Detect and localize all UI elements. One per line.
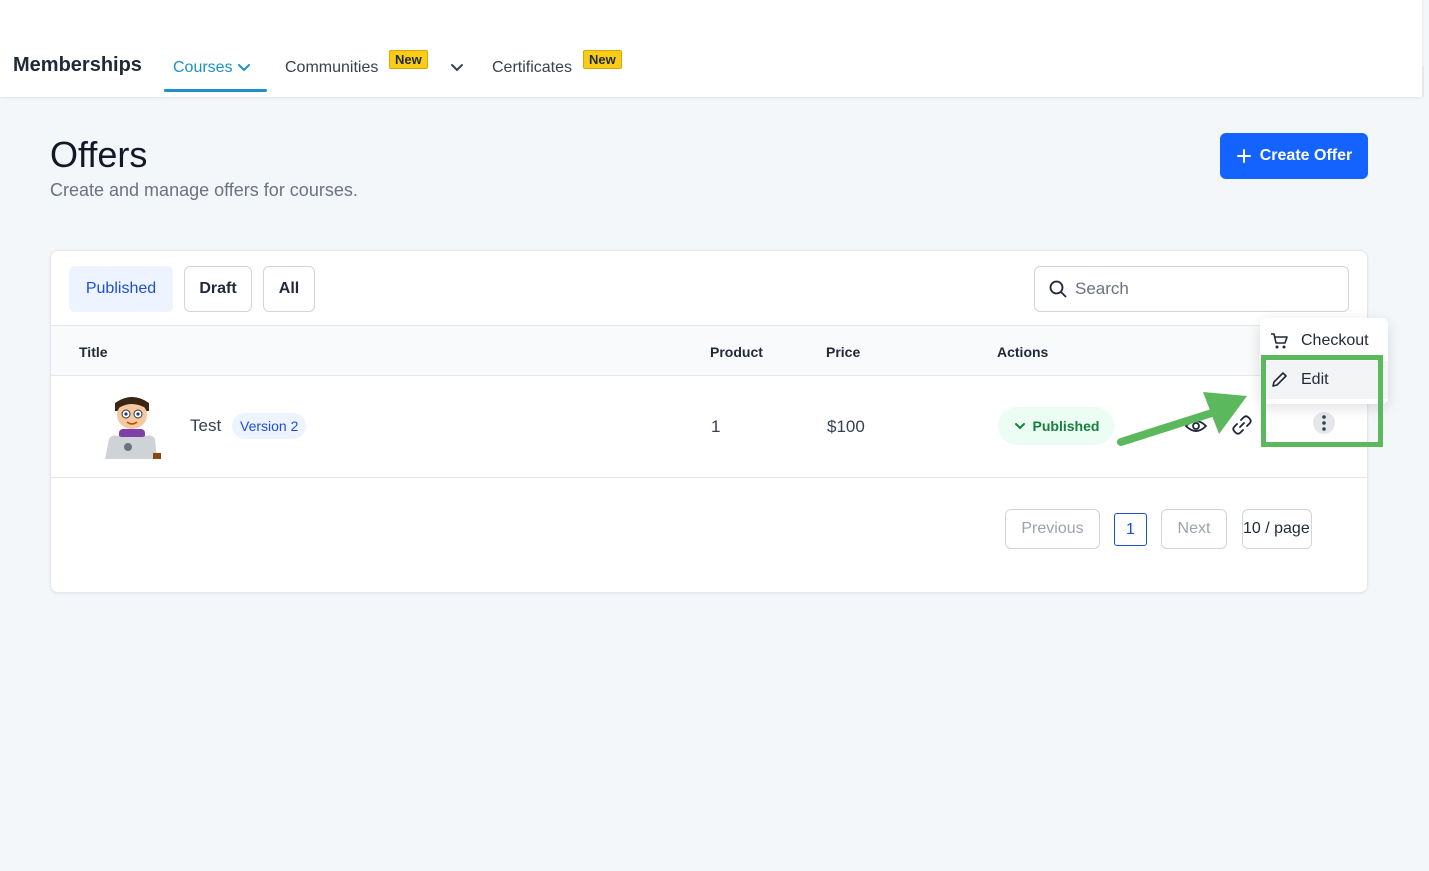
divider [1422, 66, 1424, 97]
page-subtitle: Create and manage offers for courses. [50, 180, 358, 200]
chevron-down-icon [1014, 423, 1025, 430]
filter-draft-button[interactable]: Draft [184, 266, 252, 312]
annotation-arrow-icon [1117, 392, 1247, 446]
table-header: Title Product Price Actions [51, 325, 1367, 376]
column-header-actions: Actions [997, 344, 1049, 360]
nav-certificates[interactable]: Certificates [492, 59, 572, 77]
status-label: Published [1032, 418, 1100, 434]
status-dropdown[interactable]: Published [998, 407, 1114, 445]
brand-title: Memberships [13, 54, 142, 76]
version-tag: Version 2 [232, 413, 307, 439]
filter-published-button[interactable]: Published [69, 266, 173, 312]
nav-communities-label: Communities [285, 59, 379, 76]
course-thumbnail[interactable] [103, 393, 161, 459]
offer-title[interactable]: Test [190, 416, 221, 436]
plus-icon [1236, 149, 1251, 163]
offer-product-count: 1 [711, 417, 721, 436]
annotation-highlight-box [1261, 355, 1383, 447]
offer-price: $100 [827, 417, 865, 436]
column-header-product: Product [710, 344, 763, 360]
chevron-down-icon[interactable] [448, 60, 466, 76]
new-badge: New [389, 50, 428, 69]
top-nav-bar: Memberships Courses Communities New Cert… [0, 0, 1422, 97]
nav-certificates-label: Certificates [492, 59, 573, 76]
search-input[interactable]: Search [1034, 266, 1349, 312]
nav-courses[interactable]: Courses [173, 59, 255, 77]
cart-icon [1271, 333, 1288, 349]
nav-communities[interactable]: Communities [285, 59, 378, 77]
chevron-down-icon [237, 64, 250, 72]
search-placeholder: Search [1075, 279, 1129, 298]
filter-all-button[interactable]: All [263, 266, 315, 312]
page-size-select[interactable]: 10 / page [1242, 509, 1312, 549]
column-header-price: Price [826, 344, 861, 360]
nav-courses-label: Courses [173, 59, 233, 76]
nav-active-indicator [164, 89, 267, 92]
page-title: Offers [50, 134, 148, 175]
pagination-previous-button[interactable]: Previous [1005, 509, 1100, 549]
create-offer-label: Create Offer [1259, 147, 1353, 164]
new-badge: New [583, 50, 622, 69]
menu-item-checkout-label: Checkout [1301, 332, 1369, 349]
search-icon [1049, 280, 1067, 298]
create-offer-button[interactable]: Create Offer [1220, 133, 1368, 179]
column-header-title: Title [79, 344, 108, 360]
pagination-next-button[interactable]: Next [1161, 509, 1227, 549]
pagination-page-button[interactable]: 1 [1114, 513, 1147, 546]
